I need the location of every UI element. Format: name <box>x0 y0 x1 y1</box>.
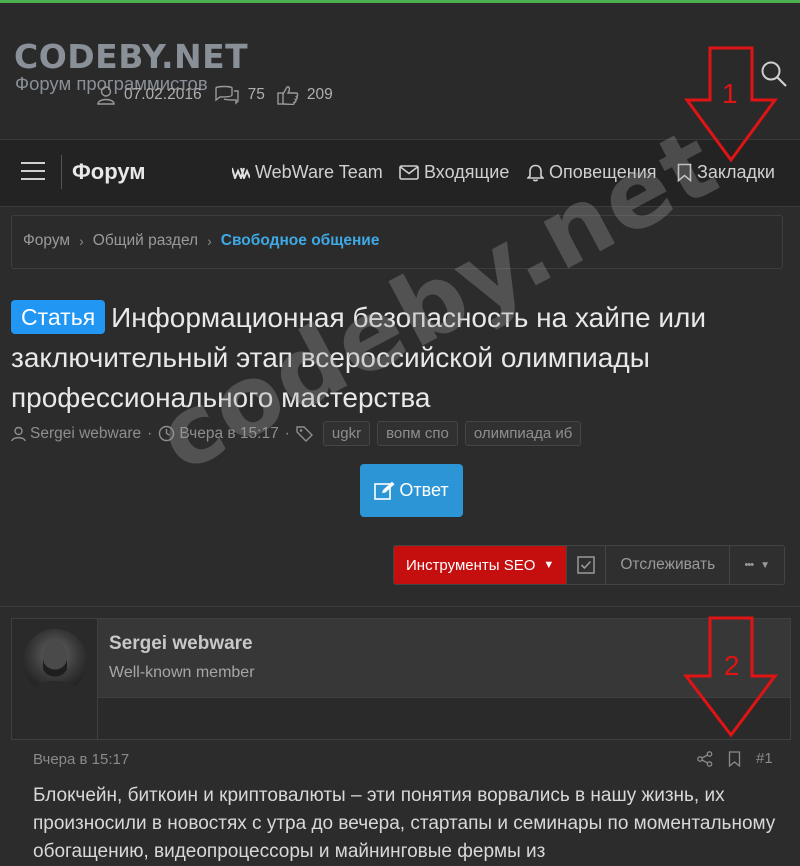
thread-prefix-badge[interactable]: Статья <box>11 300 106 334</box>
tag-item[interactable]: олимпиада иб <box>464 421 582 446</box>
caret-down-icon: ▼ <box>760 559 770 571</box>
thread-meta: Sergei webware · Вчера в 15:17 · ugkr во… <box>11 421 582 446</box>
post-username[interactable]: Sergei webware <box>109 633 253 655</box>
breadcrumb: Форум › Общий раздел › Свободное общение <box>11 215 783 269</box>
nav-item-label: Входящие <box>424 162 510 182</box>
nav-item-label: WebWare Team <box>255 162 383 182</box>
nav-item-inbox[interactable]: Входящие <box>399 162 509 183</box>
nav-item-label: Оповещения <box>549 162 657 182</box>
avatar-container <box>12 619 98 739</box>
main-navbar: Форум WebWare Team Входящие Оповещения З… <box>0 139 800 207</box>
reply-button[interactable]: Ответ <box>360 464 463 517</box>
bookmark-icon <box>677 163 692 182</box>
clock-icon <box>159 425 175 442</box>
user-icon <box>97 86 115 105</box>
nav-item-alerts[interactable]: Оповещения <box>527 162 657 183</box>
tag-item[interactable]: ugkr <box>322 421 371 446</box>
nav-item-bookmarks[interactable]: Закладки <box>677 162 775 183</box>
bookmark-icon[interactable] <box>728 750 741 767</box>
stat-reactions: 209 <box>277 85 333 105</box>
post-actions: #1 <box>697 750 773 767</box>
logo-title[interactable]: CODEBY.NET <box>14 37 248 76</box>
more-menu-button[interactable]: ••• ▼ <box>729 546 785 584</box>
user-icon <box>11 426 26 441</box>
nav-divider <box>61 155 62 189</box>
tag-item[interactable]: вопм спо <box>377 421 458 446</box>
stat-messages: 75 <box>214 85 265 105</box>
breadcrumb-item-general[interactable]: Общий раздел <box>93 232 198 250</box>
tags-icon <box>296 426 313 442</box>
share-icon[interactable] <box>697 750 713 767</box>
webware-logo-icon <box>232 167 250 179</box>
stat-joined-value: 07.02.2016 <box>124 86 202 103</box>
post-number[interactable]: #1 <box>756 750 773 767</box>
post-header: Sergei webware Well-known member <box>11 618 791 740</box>
breadcrumb-item-forum[interactable]: Форум <box>23 232 70 250</box>
annotation-number-1: 1 <box>722 78 738 109</box>
checkbox-icon <box>577 556 596 574</box>
thread-title: Статья Информационная безопасность на хай… <box>11 298 781 418</box>
site-header: CODEBY.NET Форум программистов <box>0 3 800 139</box>
stat-joined: 07.02.2016 <box>96 85 202 105</box>
nav-item-webware-team[interactable]: WebWare Team <box>232 162 383 183</box>
thumbs-up-icon <box>277 86 299 105</box>
annotation-number-2: 2 <box>724 650 740 681</box>
hamburger-menu-icon[interactable] <box>21 162 45 182</box>
thread-author[interactable]: Sergei webware <box>30 425 141 443</box>
avatar-image <box>31 641 79 693</box>
search-icon[interactable] <box>760 60 788 88</box>
seo-tools-label: Инструменты SEO <box>406 556 536 574</box>
post-body: Блокчейн, биткоин и криптовалюты – эти п… <box>33 785 776 862</box>
stat-reactions-value: 209 <box>306 86 333 103</box>
nav-item-label: Закладки <box>697 162 775 182</box>
edit-icon <box>374 481 395 500</box>
post-user-title: Well-known member <box>109 664 255 681</box>
caret-down-icon: ▼ <box>543 559 555 571</box>
envelope-icon <box>399 165 419 180</box>
chevron-right-icon: › <box>207 233 212 249</box>
avatar[interactable] <box>23 629 87 693</box>
post-date[interactable]: Вчера в 15:17 <box>33 751 129 768</box>
watch-button[interactable]: Отслеживать <box>605 546 730 584</box>
user-stats: 07.02.2016 75 209 <box>96 85 345 105</box>
breadcrumb-item-current[interactable]: Свободное общение <box>221 232 380 250</box>
bell-icon <box>527 164 544 182</box>
select-checkbox[interactable] <box>566 546 606 584</box>
stat-messages-value: 75 <box>247 86 265 103</box>
user-panel: Sergei webware Well-known member <box>98 619 790 698</box>
reply-button-label: Ответ <box>399 480 449 500</box>
section-divider <box>0 606 800 607</box>
more-dots-icon: ••• <box>744 559 755 571</box>
thread-title-text: Информационная безопасность на хайпе или… <box>11 302 707 413</box>
seo-tools-button[interactable]: Инструменты SEO ▼ <box>394 546 567 584</box>
thread-toolbar: Инструменты SEO ▼ Отслеживать ••• ▼ <box>393 545 786 585</box>
comments-icon <box>214 85 239 105</box>
nav-title-forum[interactable]: Форум <box>72 159 146 185</box>
thread-date[interactable]: Вчера в 15:17 <box>179 425 278 443</box>
chevron-right-icon: › <box>79 233 84 249</box>
